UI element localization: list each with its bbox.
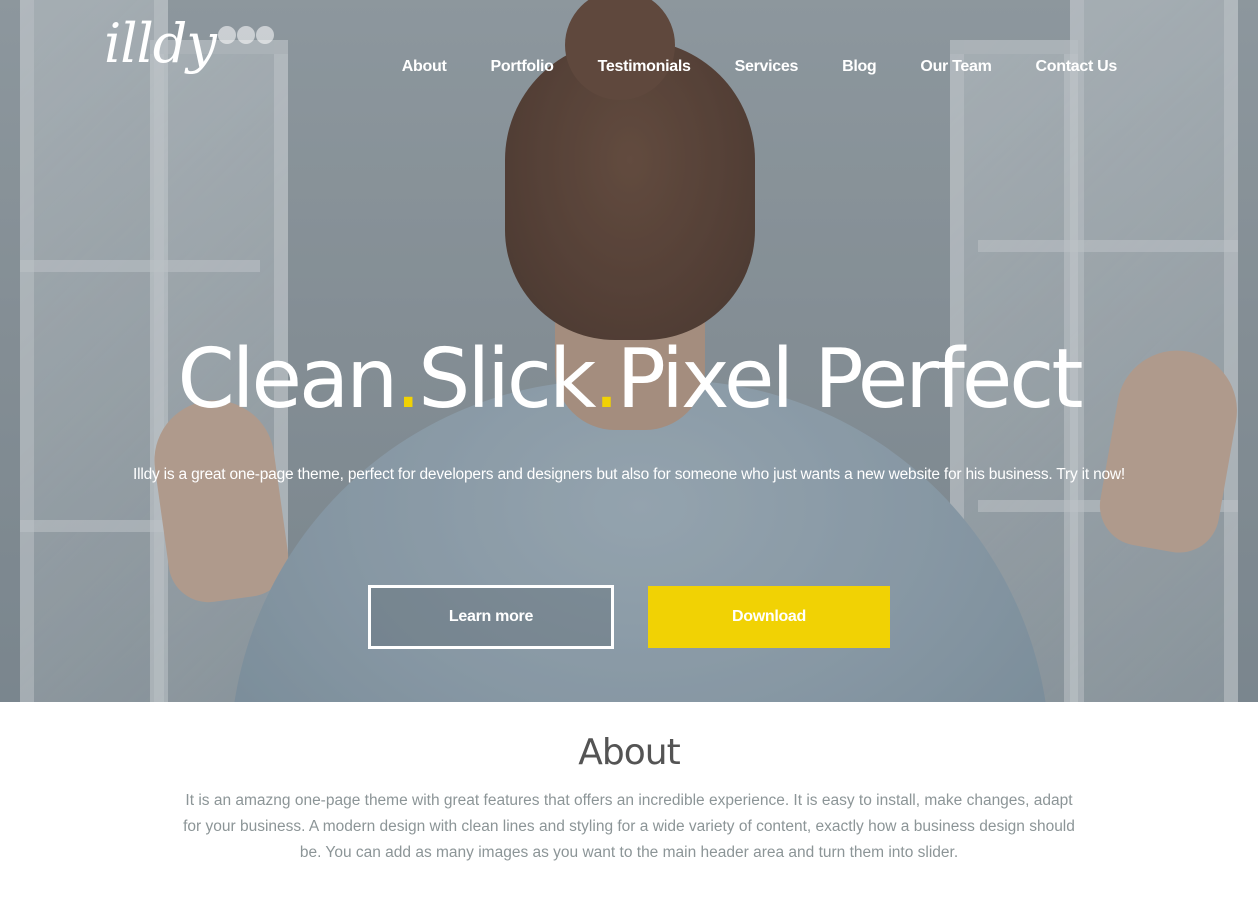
nav-item-portfolio[interactable]: Portfolio (491, 58, 554, 76)
main-nav: About Portfolio Testimonials Services Bl… (358, 58, 1118, 76)
nav-item-services[interactable]: Services (735, 58, 799, 76)
hero-title: Clean.Slick.Pixel Perfect (0, 330, 1258, 430)
logo-dots-icon (217, 26, 275, 44)
hero-subtitle: Illdy is a great one-page theme, perfect… (132, 466, 1126, 483)
hero-title-dot: . (593, 332, 619, 427)
logo-dot (236, 26, 255, 44)
nav-item-testimonials[interactable]: Testimonials (598, 58, 691, 76)
hero-section: illdy About Portfolio Testimonials Servi… (0, 0, 1258, 702)
nav-item-blog[interactable]: Blog (842, 58, 877, 76)
nav-item-our-team[interactable]: Our Team (920, 58, 991, 76)
hero-title-dot: . (395, 332, 421, 427)
hero-title-part: Pixel Perfect (616, 332, 1084, 427)
about-text: It is an amazng one-page theme with grea… (183, 792, 1075, 861)
logo-text: illdy (104, 12, 217, 75)
about-section: About It is an amazng one-page theme wit… (0, 702, 1258, 922)
learn-more-button[interactable]: Learn more (368, 585, 614, 649)
download-button[interactable]: Download (648, 586, 890, 648)
site-logo[interactable]: illdy (104, 14, 275, 94)
hero-title-part: Slick (418, 332, 596, 427)
about-title: About (578, 732, 680, 773)
nav-item-contact-us[interactable]: Contact Us (1036, 58, 1118, 76)
logo-dot (217, 26, 236, 44)
nav-item-about[interactable]: About (402, 58, 447, 76)
hero-title-part: Clean (177, 332, 398, 427)
logo-dot (255, 26, 274, 44)
